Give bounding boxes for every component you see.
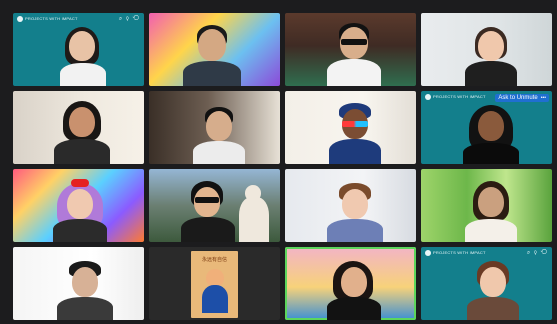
- participant-video: [321, 257, 387, 320]
- video-grid: PROJECTS WITH IMPACT ⌕ ⚲ ⟲ PROJECTS WITH…: [13, 13, 553, 321]
- participant-video: [463, 257, 523, 320]
- participant-tile-14[interactable]: 永远有自信: [149, 247, 280, 320]
- participant-tile-12[interactable]: [421, 169, 552, 242]
- llama-figure: [235, 179, 275, 242]
- participant-video: [459, 179, 523, 242]
- participant-video: [325, 179, 385, 242]
- participant-tile-4[interactable]: [421, 13, 552, 86]
- more-options-icon[interactable]: •••: [541, 94, 546, 102]
- tile-toolbar-icons: ⌕ ⚲ ⟲: [526, 250, 548, 256]
- 3d-glasses-icon: [342, 121, 368, 127]
- poster-character: [201, 269, 229, 313]
- poster-image: 永远有自信: [191, 251, 238, 318]
- participant-video: [189, 101, 249, 164]
- poster-text: 永远有自信: [201, 257, 227, 263]
- participant-video: [323, 19, 385, 86]
- participant-video: [47, 177, 113, 242]
- ask-to-unmute-button[interactable]: Ask to Unmute •••: [495, 94, 549, 102]
- participant-tile-11[interactable]: [285, 169, 416, 242]
- participant-tile-2[interactable]: [149, 13, 280, 86]
- participant-tile-13[interactable]: [13, 247, 144, 320]
- org-logo: PROJECTS WITH IMPACT: [425, 94, 486, 100]
- participant-video: [461, 21, 521, 86]
- participant-video: [177, 177, 239, 242]
- participant-video: [325, 99, 385, 164]
- participant-tile-15-active-speaker[interactable]: [285, 247, 416, 320]
- participant-tile-8[interactable]: PROJECTS WITH IMPACT Ask to Unmute •••: [421, 91, 552, 164]
- org-logo: PROJECTS WITH IMPACT: [425, 250, 486, 256]
- participant-tile-9[interactable]: [13, 169, 144, 242]
- participant-tile-5[interactable]: [13, 91, 144, 164]
- org-logo-icon: [425, 250, 431, 256]
- tile-toolbar-icons: ⌕ ⚲ ⟲: [118, 16, 140, 22]
- participant-video: [177, 19, 247, 86]
- org-logo-icon: [425, 94, 431, 100]
- participant-tile-3[interactable]: [285, 13, 416, 86]
- sunglasses-icon: [195, 197, 219, 203]
- hair-bow-icon: [71, 179, 89, 187]
- participant-tile-7[interactable]: [285, 91, 416, 164]
- participant-video: [55, 257, 115, 320]
- participant-tile-16[interactable]: PROJECTS WITH IMPACT ⌕ ⚲ ⟲: [421, 247, 552, 320]
- participant-tile-6[interactable]: [149, 91, 280, 164]
- org-logo-icon: [17, 16, 23, 22]
- participant-video: [459, 103, 523, 164]
- participant-tile-1[interactable]: PROJECTS WITH IMPACT ⌕ ⚲ ⟲: [13, 13, 144, 86]
- participant-tile-10[interactable]: [149, 169, 280, 242]
- participant-video: [57, 21, 117, 86]
- pixel-sunglasses-icon: [341, 39, 367, 45]
- participant-video: [51, 97, 113, 164]
